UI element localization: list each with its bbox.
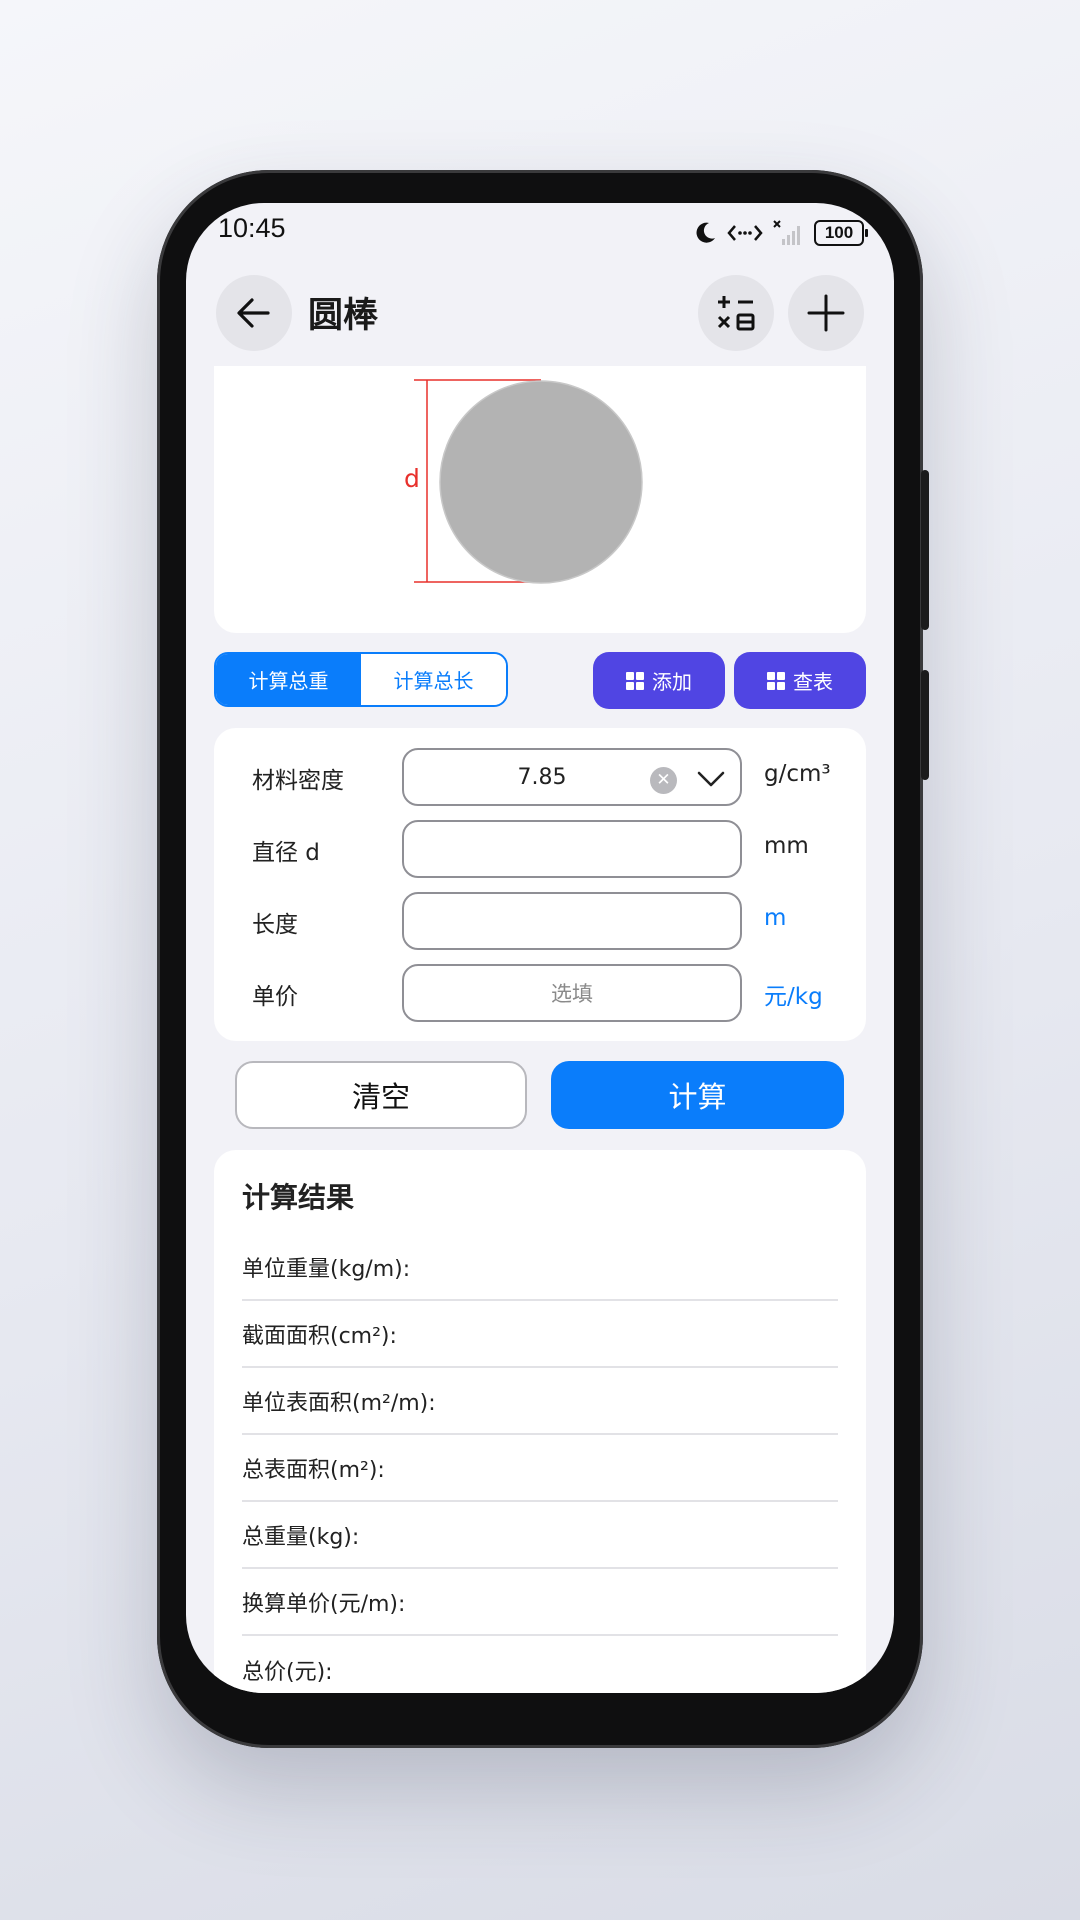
calculate-button[interactable]: 计算 xyxy=(551,1061,844,1129)
calculator-icon xyxy=(717,296,755,331)
result-row: 总重量(kg): xyxy=(242,1502,838,1569)
result-row: 总价(元): xyxy=(242,1659,333,1685)
result-row: 总表面积(m²): xyxy=(242,1435,838,1502)
status-time: 10:45 xyxy=(218,213,286,243)
add-record-button[interactable]: 添加 xyxy=(593,652,725,709)
tab-total-weight[interactable]: 计算总重 xyxy=(216,654,361,705)
tab-total-length[interactable]: 计算总长 xyxy=(361,654,506,705)
result-row: 单位重量(kg/m): xyxy=(242,1234,838,1301)
length-input[interactable] xyxy=(402,892,742,950)
input-form-card: 材料密度 7.85 ✕ g/cm³ 直径 d mm 长度 m 单价 选填 元/k… xyxy=(214,728,866,1041)
result-row: 单位表面积(m²/m): xyxy=(242,1368,838,1435)
back-button[interactable] xyxy=(216,275,292,351)
diameter-label: 直径 d xyxy=(252,840,320,866)
price-unit-selector[interactable]: 元/kg xyxy=(764,977,823,1011)
results-title: 计算结果 xyxy=(242,1181,355,1214)
density-select[interactable]: 7.85 ✕ xyxy=(402,748,742,806)
result-row: 换算单价(元/m): xyxy=(242,1569,838,1636)
table-icon xyxy=(626,671,644,690)
add-record-label: 添加 xyxy=(652,670,692,694)
data-transfer-icon xyxy=(727,225,763,241)
shape-diagram-card: d xyxy=(214,366,866,633)
page-title: 圆棒 xyxy=(308,296,379,336)
results-card: 计算结果 单位重量(kg/m): 截面面积(cm²): 单位表面积(m²/m):… xyxy=(214,1150,866,1693)
status-icons: 100 xyxy=(692,215,868,251)
arrow-left-icon xyxy=(237,298,270,328)
length-label: 长度 xyxy=(252,912,298,938)
chevron-down-icon[interactable] xyxy=(696,768,726,790)
app-screen: 10:45 100 圆棒 d 计算总重 计算总长 添加 查表 材料密度 7.85… xyxy=(186,203,894,1693)
density-unit: g/cm³ xyxy=(764,761,831,787)
price-label: 单价 xyxy=(252,984,298,1010)
lookup-table-button[interactable]: 查表 xyxy=(734,652,866,709)
no-signal-icon xyxy=(773,220,800,245)
clear-icon[interactable]: ✕ xyxy=(650,767,677,794)
plus-icon xyxy=(807,294,845,332)
moon-icon xyxy=(696,222,715,243)
status-bar: 10:45 100 xyxy=(186,203,894,273)
round-bar-diagram xyxy=(414,379,643,584)
diameter-unit: mm xyxy=(764,833,809,859)
mode-segmented-control: 计算总重 计算总长 xyxy=(214,652,508,707)
density-label: 材料密度 xyxy=(252,768,344,794)
length-unit-selector[interactable]: m xyxy=(764,905,786,931)
clear-button[interactable]: 清空 xyxy=(235,1061,527,1129)
diameter-input[interactable] xyxy=(402,820,742,878)
calculator-button[interactable] xyxy=(698,275,774,351)
volume-button xyxy=(921,470,929,630)
power-button xyxy=(921,670,929,780)
battery-icon: 100 xyxy=(814,220,868,246)
table-icon xyxy=(767,671,785,690)
add-button[interactable] xyxy=(788,275,864,351)
result-row: 截面面积(cm²): xyxy=(242,1301,838,1368)
dimension-label-d: d xyxy=(404,464,420,493)
price-input[interactable]: 选填 xyxy=(402,964,742,1022)
lookup-table-label: 查表 xyxy=(793,670,833,694)
density-value: 7.85 xyxy=(517,764,567,790)
